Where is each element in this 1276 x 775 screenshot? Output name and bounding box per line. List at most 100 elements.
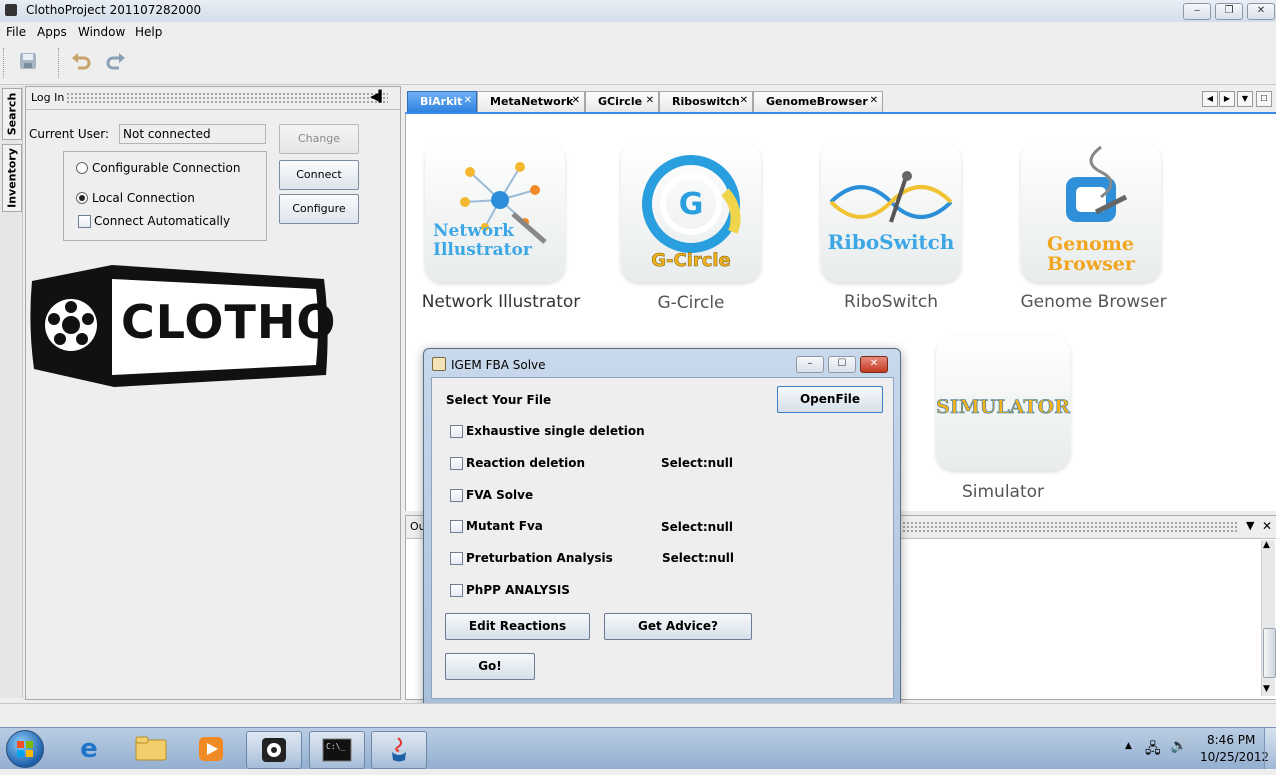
svg-text:G: G <box>679 187 704 222</box>
menu-help[interactable]: Help <box>135 25 162 39</box>
java-icon[interactable] <box>371 731 427 769</box>
local-connection-radio[interactable] <box>76 192 88 204</box>
window-titlebar[interactable]: ClothoProject 201107282000 ‒ ❐ ✕ <box>0 0 1276 23</box>
status-bar <box>0 703 1276 728</box>
scroll-tabs-left-icon[interactable]: ◀ <box>1202 91 1218 107</box>
menu-file[interactable]: File <box>6 25 26 39</box>
change-button[interactable]: Change <box>279 124 359 154</box>
command-prompt-icon[interactable]: C:\_ <box>309 731 365 769</box>
mutant-fva-label[interactable]: Mutant Fva <box>466 519 543 533</box>
tab-biarkit[interactable]: BiArkit ✕ <box>407 91 477 112</box>
tab-gcircle[interactable]: GCircle ✕ <box>585 91 659 112</box>
dialog-close-button[interactable]: ✕ <box>860 356 888 373</box>
preturbation-analysis-select: Select:null <box>662 551 734 565</box>
minimize-button[interactable]: ‒ <box>1183 3 1211 20</box>
connect-automatically-checkbox[interactable] <box>78 215 91 228</box>
open-file-button[interactable]: OpenFile <box>777 386 883 413</box>
output-scrollbar[interactable]: ▲ ▼ <box>1261 540 1276 696</box>
file-explorer-icon[interactable] <box>124 731 178 767</box>
panel-menu-icon[interactable]: ▼ <box>1246 519 1254 532</box>
close-button[interactable]: ✕ <box>1247 3 1275 20</box>
tab-riboswitch[interactable]: Riboswitch ✕ <box>659 91 753 112</box>
configurable-connection-radio[interactable] <box>76 162 88 174</box>
close-tab-icon[interactable]: ✕ <box>572 95 580 106</box>
save-icon[interactable] <box>15 50 41 76</box>
menu-apps[interactable]: Apps <box>37 25 67 39</box>
scroll-tabs-right-icon[interactable]: ▶ <box>1219 91 1235 107</box>
panel-grip[interactable] <box>898 521 1238 533</box>
connection-options-box: Configurable Connection Local Connection… <box>63 151 267 241</box>
network-illustrator-app[interactable]: Network Illustrator <box>425 142 565 282</box>
show-desktop-button[interactable] <box>1264 728 1276 769</box>
local-connection-label[interactable]: Local Connection <box>92 191 195 205</box>
dialog-minimize-button[interactable]: – <box>796 356 824 373</box>
menu-window[interactable]: Window <box>78 25 125 39</box>
preturbation-analysis-label[interactable]: Preturbation Analysis <box>466 551 613 565</box>
close-tab-icon[interactable]: ✕ <box>646 95 654 106</box>
login-header: Log In ◀▍ <box>26 87 400 110</box>
dialog-body: Select Your File OpenFile Exhaustive sin… <box>431 377 894 699</box>
connect-automatically-label[interactable]: Connect Automatically <box>94 214 230 228</box>
g-circle-caption[interactable]: G-Circle <box>606 293 776 313</box>
fva-solve-checkbox[interactable] <box>450 489 463 502</box>
clotho-icon[interactable] <box>246 731 302 769</box>
phpp-analysis-checkbox[interactable] <box>450 584 463 597</box>
simulator-caption[interactable]: Simulator <box>936 482 1070 502</box>
genome-browser-app[interactable]: Genome Browser <box>1021 142 1161 282</box>
volume-icon[interactable]: 🔊 <box>1170 738 1187 754</box>
riboswitch-caption[interactable]: RiboSwitch <box>806 292 976 312</box>
tab-metanetwork[interactable]: MetaNetwork ✕ <box>477 91 585 112</box>
clotho-logo-text: CLOTHO <box>121 295 337 349</box>
tab-list-icon[interactable]: ▼ <box>1237 91 1253 107</box>
exhaustive-single-deletion-checkbox[interactable] <box>450 425 463 438</box>
dialog-maximize-button[interactable]: ☐ <box>828 356 856 373</box>
tab-inventory[interactable]: Inventory <box>2 144 22 212</box>
collapse-panel-icon[interactable]: ◀▍ <box>370 90 387 103</box>
g-circle-app[interactable]: G G-Circle <box>621 142 761 282</box>
network-icon[interactable]: 🖧 <box>1145 738 1161 762</box>
close-tab-icon[interactable]: ✕ <box>740 95 748 106</box>
simulator-app[interactable]: SIMULATOR <box>936 336 1070 470</box>
media-player-icon[interactable] <box>184 731 238 767</box>
genome-browser-tile-text: Genome Browser <box>1047 233 1135 275</box>
scroll-up-icon[interactable]: ▲ <box>1263 540 1270 550</box>
riboswitch-tile-text: RiboSwitch <box>827 230 955 254</box>
network-illustrator-caption[interactable]: Network Illustrator <box>411 292 591 312</box>
show-hidden-icons-icon[interactable]: ▲ <box>1125 741 1132 751</box>
preturbation-analysis-checkbox[interactable] <box>450 552 463 565</box>
maximize-button[interactable]: ❐ <box>1215 3 1243 20</box>
reaction-deletion-label[interactable]: Reaction deletion <box>466 456 585 470</box>
phpp-analysis-label[interactable]: PhPP ANALYSIS <box>466 583 570 597</box>
clock-time[interactable]: 8:46 PM <box>1207 733 1255 747</box>
tab-genomebrowser[interactable]: GenomeBrowser ✕ <box>753 91 883 112</box>
genome-browser-caption[interactable]: Genome Browser <box>1011 292 1176 312</box>
start-icon[interactable] <box>6 730 44 768</box>
reaction-deletion-checkbox[interactable] <box>450 457 463 470</box>
undo-icon[interactable] <box>68 50 94 76</box>
go-button[interactable]: Go! <box>445 653 535 680</box>
scroll-down-icon[interactable]: ▼ <box>1263 684 1270 694</box>
connect-button[interactable]: Connect <box>279 160 359 190</box>
internet-explorer-icon[interactable]: e <box>62 731 116 767</box>
clock-date[interactable]: 10/25/2012 <box>1200 750 1269 764</box>
close-tab-icon[interactable]: ✕ <box>870 95 878 106</box>
close-tab-icon[interactable]: ✕ <box>464 95 472 106</box>
current-user-field: Not connected <box>119 124 266 144</box>
scroll-thumb[interactable] <box>1263 628 1276 678</box>
app-tab-strip: BiArkit ✕ MetaNetwork ✕ GCircle ✕ Riboswitc… <box>404 88 1276 112</box>
riboswitch-app[interactable]: RiboSwitch <box>821 142 961 282</box>
maximize-pane-icon[interactable]: ☐ <box>1256 91 1272 107</box>
configure-button[interactable]: Configure <box>279 194 359 224</box>
mutant-fva-checkbox[interactable] <box>450 520 463 533</box>
get-advice-button[interactable]: Get Advice? <box>604 613 752 640</box>
panel-grip[interactable] <box>66 92 388 104</box>
riboswitch-icon <box>829 171 953 223</box>
exhaustive-single-deletion-label[interactable]: Exhaustive single deletion <box>466 424 645 438</box>
fva-solve-label[interactable]: FVA Solve <box>466 488 533 502</box>
edit-reactions-button[interactable]: Edit Reactions <box>445 613 590 640</box>
tab-search[interactable]: Search <box>2 88 22 140</box>
close-panel-icon[interactable]: ✕ <box>1262 519 1272 533</box>
redo-icon[interactable] <box>103 50 129 76</box>
configurable-connection-label[interactable]: Configurable Connection <box>92 161 240 175</box>
toolbar-separator <box>58 48 62 78</box>
